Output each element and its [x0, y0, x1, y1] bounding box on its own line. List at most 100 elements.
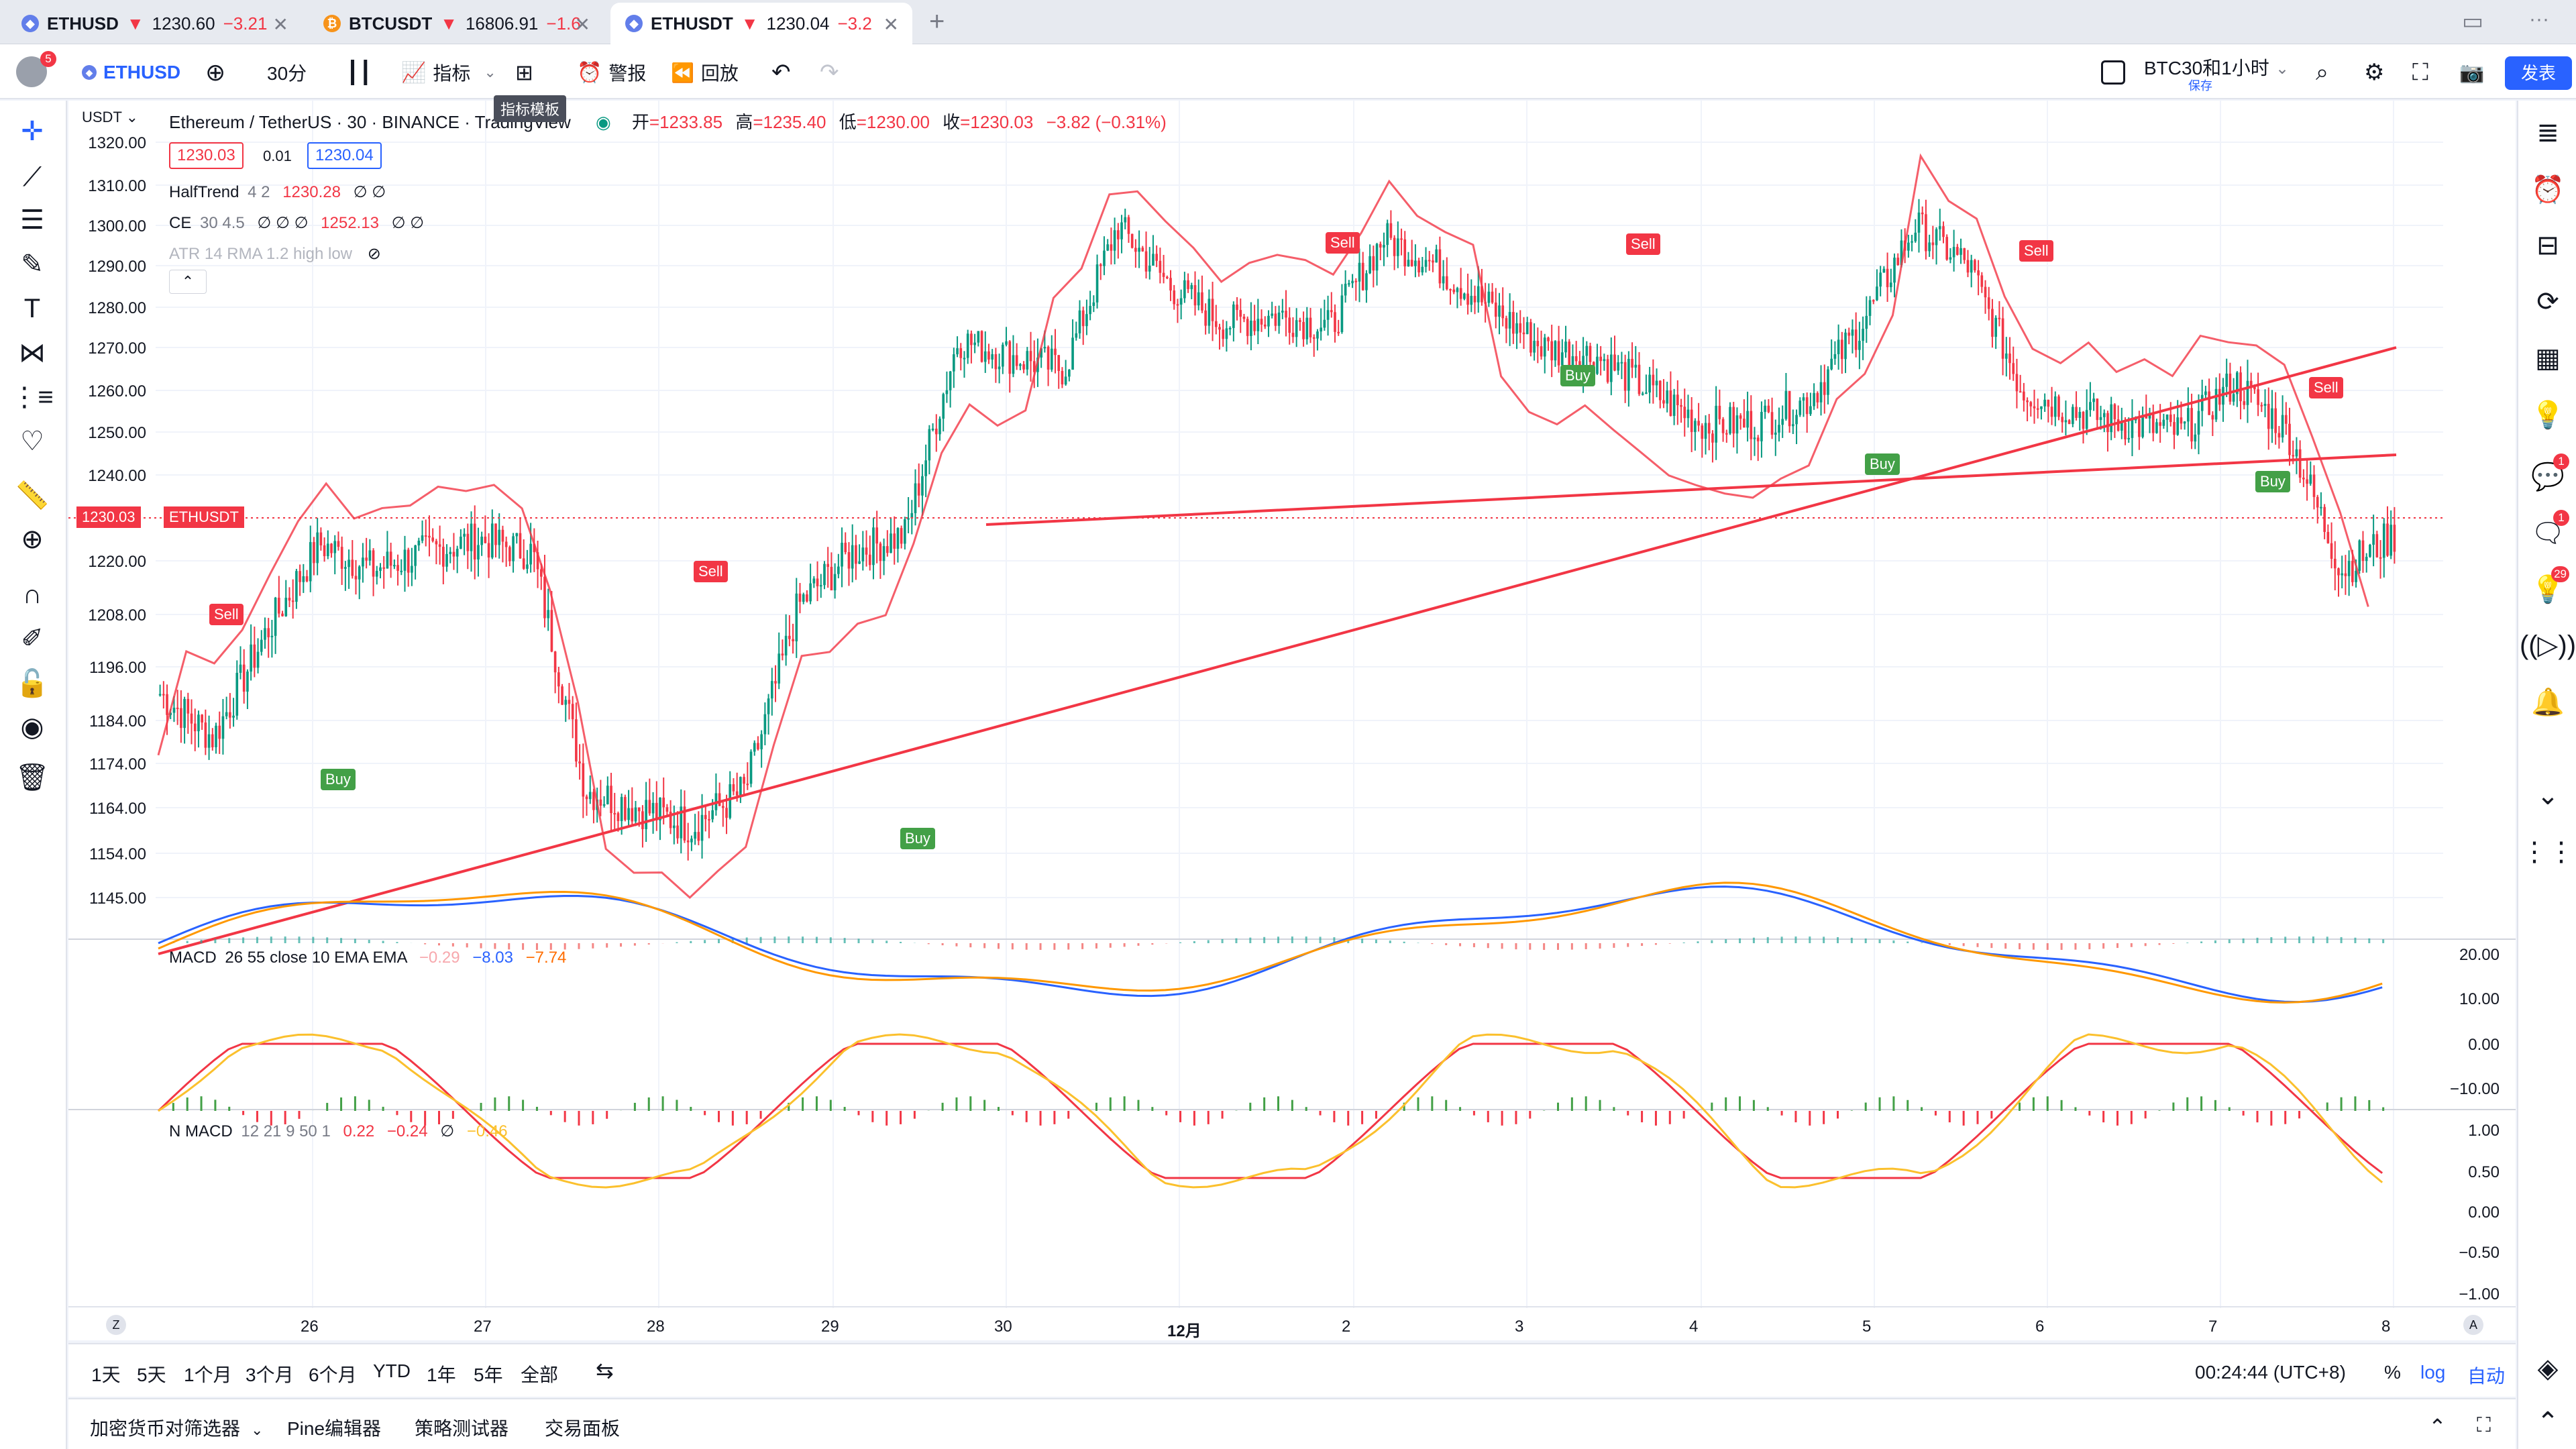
tab-ethusdt[interactable]: ◆ ETHUSDT ▼ 1230.04 −3.2 ✕	[610, 3, 912, 44]
alarm-icon[interactable]: ⏰	[2528, 169, 2568, 209]
layers-icon[interactable]: ◈	[2528, 1348, 2568, 1389]
tab-btcusdt[interactable]: ₿ BTCUSDT ▼ 16806.91 −1.6 ✕	[309, 3, 604, 44]
auto-a-icon[interactable]: A	[2463, 1315, 2483, 1335]
candle-body	[1931, 242, 1935, 246]
nmacd-legend[interactable]: N MACD 12 21 9 50 1 0.22 −0.24 ∅ −0.46	[169, 1122, 508, 1141]
calendar-grid-icon[interactable]: ▦	[2528, 338, 2568, 378]
range-button-5[interactable]: YTD	[373, 1360, 411, 1382]
gear-icon[interactable]: ⚙	[2364, 59, 2384, 86]
ideas-stream-icon[interactable]: 💡 29	[2528, 566, 2569, 609]
fullscreen-expand-icon[interactable]: ⌃	[2528, 1402, 2568, 1442]
layout-select-icon[interactable]	[2101, 60, 2125, 85]
new-tab-plus-icon[interactable]: +	[929, 7, 945, 37]
buy-price-box[interactable]: 1230.04	[307, 142, 382, 169]
heart-icon[interactable]: ♡	[13, 423, 51, 460]
auto-toggle[interactable]: 自动	[2467, 1362, 2505, 1389]
range-button-1[interactable]: 5天	[137, 1360, 166, 1387]
trendline-icon[interactable]: ⟋	[13, 158, 51, 196]
interval-button[interactable]: 30分	[267, 59, 307, 86]
chevron-down-icon[interactable]: ⌄	[2275, 59, 2289, 78]
trend-line[interactable]	[158, 346, 2397, 955]
more-dots-icon[interactable]: ···	[2529, 8, 2549, 31]
compare-plus-icon[interactable]: ⊕	[205, 58, 225, 86]
magnet-icon[interactable]: ∩	[13, 576, 51, 613]
pattern-icon[interactable]: ⋈	[13, 334, 51, 372]
fullscreen-icon[interactable]: ⛶	[2412, 59, 2428, 86]
nmacd-histogram-bar	[1515, 1111, 1517, 1124]
tab-ethusd[interactable]: ◆ ETHUSD ▼ 1230.60 −3.21 ✕	[7, 3, 302, 44]
watchlist-icon[interactable]: ≣	[2528, 113, 2568, 153]
crosshair-icon[interactable]: ✛	[13, 113, 51, 150]
bell-icon[interactable]: 🔔	[2528, 682, 2568, 722]
sell-price-box[interactable]: 1230.03	[169, 142, 244, 169]
templates-grid-icon[interactable]: ⊞	[515, 59, 533, 86]
legend-collapse-chevron-icon[interactable]: ⌃	[169, 270, 207, 294]
halftrend-legend[interactable]: HalfTrend 4 2 1230.28 ∅ ∅	[169, 182, 386, 202]
currency-selector[interactable]: USDT ⌄	[82, 109, 138, 126]
trash-icon[interactable]: 🗑	[13, 758, 51, 796]
log-toggle[interactable]: log	[2420, 1362, 2445, 1383]
data-window-icon[interactable]: ⊟	[2528, 225, 2568, 266]
lock-icon[interactable]: 🔓	[13, 664, 51, 702]
undo-icon[interactable]: ↶	[771, 59, 791, 86]
panel-tab-pine-editor[interactable]: Pine编辑器	[287, 1414, 381, 1441]
atr-legend[interactable]: ATR 14 RMA 1.2 high low ⊘	[169, 244, 381, 264]
tab-close-icon[interactable]: ✕	[273, 13, 288, 36]
indicators-button[interactable]: 📈 指标 ⌄	[401, 59, 496, 86]
broadcast-icon[interactable]: ((▷))	[2520, 625, 2576, 665]
text-tool-icon[interactable]: T	[13, 290, 51, 327]
trend-line[interactable]	[985, 453, 2397, 526]
layout-panel-icon[interactable]: ▭	[2462, 8, 2483, 35]
nmacd-histogram-bar	[1095, 1102, 1097, 1111]
range-button-6[interactable]: 1年	[427, 1360, 456, 1387]
range-button-7[interactable]: 5年	[474, 1360, 503, 1387]
chat-icon[interactable]: 💬 1	[2528, 453, 2569, 496]
panel-expand-chevron-icon[interactable]: ⌃	[2428, 1414, 2447, 1440]
dom-icon[interactable]: ⋮⋮	[2521, 832, 2575, 872]
candle-body	[1823, 382, 1826, 395]
ce-legend[interactable]: CE 30 4.5 ∅ ∅ ∅ 1252.13 ∅ ∅	[169, 213, 424, 233]
panel-tab-trading-panel[interactable]: 交易面板	[545, 1414, 620, 1441]
nmacd-histogram-bar	[2130, 1111, 2133, 1124]
publish-button[interactable]: 发表	[2505, 56, 2572, 90]
panel-tab-strategy-tester[interactable]: 策略测试器	[415, 1414, 508, 1441]
brush-icon[interactable]: ✎	[13, 246, 51, 283]
panel-tab-screener[interactable]: 加密货币对筛选器 ⌄	[90, 1414, 263, 1441]
avatar[interactable]: 5	[16, 51, 56, 87]
macd-legend[interactable]: MACD 26 55 close 10 EMA EMA −0.29 −8.03 …	[169, 949, 566, 967]
hidden-eye-icon[interactable]: ⊘	[368, 245, 381, 263]
lock-pencil-icon[interactable]: ✐	[13, 620, 51, 657]
pane-collapse-icon[interactable]: ⌄	[2528, 775, 2568, 816]
range-button-0[interactable]: 1天	[91, 1360, 121, 1387]
alert-button[interactable]: ⏰ 警报	[577, 59, 646, 86]
candle-body	[1438, 249, 1442, 284]
tab-close-icon[interactable]: ✕	[575, 13, 590, 36]
zoom-z-icon[interactable]: Z	[106, 1315, 126, 1335]
range-button-8[interactable]: 全部	[521, 1360, 558, 1387]
date-range-icon[interactable]: ⇆	[596, 1358, 614, 1383]
eye-icon[interactable]: ◉	[13, 708, 51, 746]
price-chart-svg[interactable]	[68, 101, 2516, 1340]
replay-button[interactable]: ⏪ 回放	[671, 59, 739, 86]
range-button-3[interactable]: 3个月	[246, 1360, 294, 1387]
panel-maximize-icon[interactable]: ⛶	[2477, 1414, 2491, 1437]
percent-toggle[interactable]: %	[2384, 1362, 2401, 1383]
chart-canvas[interactable]	[68, 101, 2516, 1340]
messages-icon[interactable]: 🗨 1	[2528, 510, 2569, 553]
search-icon[interactable]: ⌕	[2316, 59, 2328, 86]
ruler-icon[interactable]: 📏	[13, 476, 51, 514]
range-button-4[interactable]: 6个月	[309, 1360, 357, 1387]
prediction-icon[interactable]: ⋮≡	[11, 378, 53, 416]
clock-display[interactable]: 00:24:44 (UTC+8)	[2195, 1362, 2346, 1383]
symbol-search[interactable]: ◆ ETHUSD	[82, 59, 180, 86]
redo-icon[interactable]: ↷	[820, 59, 839, 86]
tab-close-icon[interactable]: ✕	[883, 13, 899, 36]
candle-type-icon[interactable]: ┃┃	[346, 59, 372, 86]
hotlist-icon[interactable]: ⟳	[2528, 282, 2568, 322]
range-button-2[interactable]: 1个月	[184, 1360, 232, 1387]
zoom-in-icon[interactable]: ⊕	[13, 521, 51, 558]
camera-icon[interactable]: 📷	[2459, 59, 2484, 86]
fib-lines-icon[interactable]: ☰	[13, 201, 51, 239]
candle-body	[851, 545, 854, 569]
lightbulb-icon[interactable]: 💡	[2528, 394, 2568, 435]
